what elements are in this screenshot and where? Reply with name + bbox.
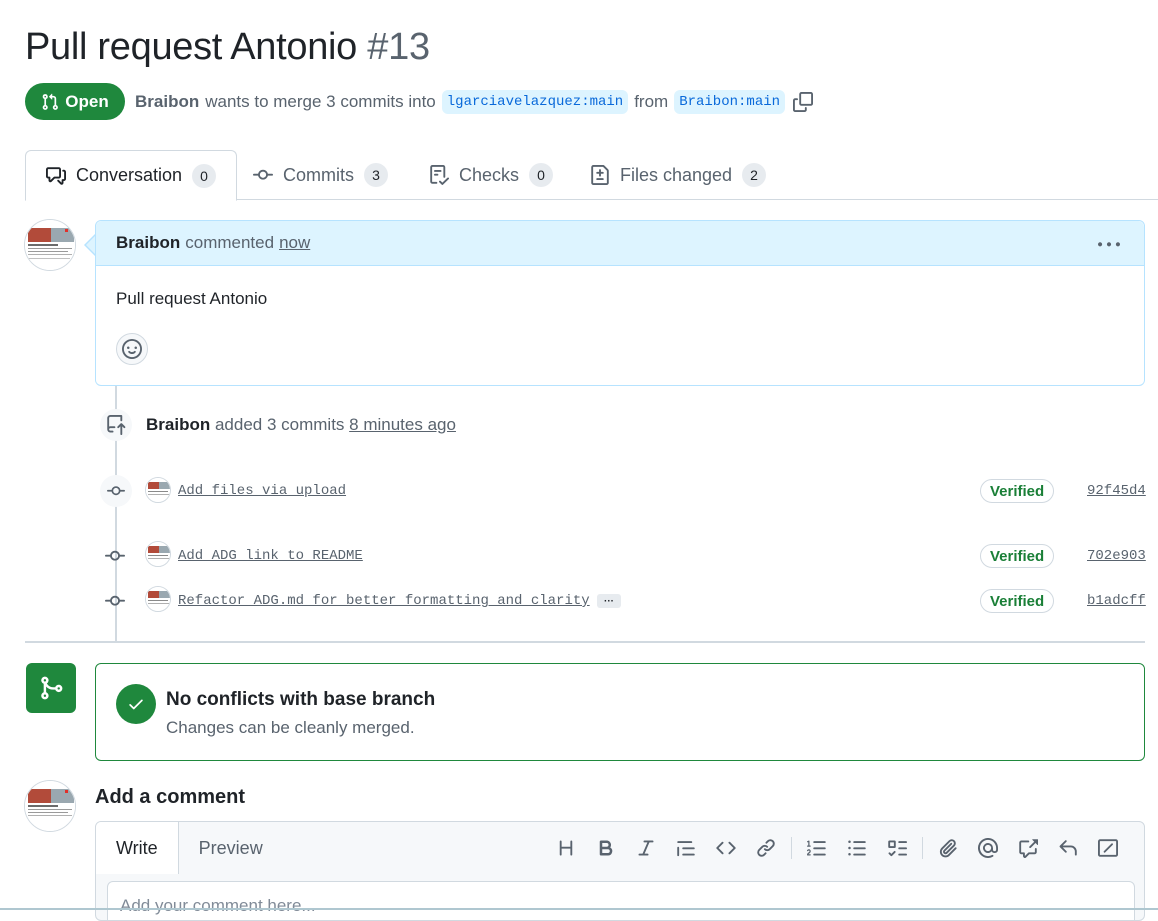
comment-time[interactable]: now [279, 233, 310, 253]
tab-files-changed-count: 2 [742, 163, 767, 187]
file-diff-icon [590, 165, 610, 185]
merge-text: wants to merge 3 commits into [205, 92, 436, 111]
tab-commits-label: Commits [283, 164, 354, 185]
push-action: added 3 commits [214, 415, 345, 434]
editor-tabs: Write Preview [96, 822, 283, 874]
commit-sha-link[interactable]: 702e903 [1087, 548, 1146, 564]
pr-author-link[interactable]: Braibon [135, 92, 199, 112]
check-icon [116, 684, 156, 724]
commit-message-link[interactable]: Add ADG link to README [178, 548, 363, 564]
italic-icon[interactable] [626, 834, 666, 862]
git-commit-icon [100, 475, 132, 507]
slash-command-icon[interactable] [1088, 834, 1128, 862]
expand-commit-body-button[interactable]: ··· [597, 594, 621, 608]
cross-reference-icon[interactable] [1008, 834, 1048, 862]
comment-body: Pull request Antonio [116, 289, 268, 308]
git-commit-icon [253, 165, 273, 185]
comment: Braibon commented now Pull request Anton… [95, 220, 1145, 386]
avatar[interactable] [24, 780, 76, 832]
checklist-icon [429, 165, 449, 185]
copy-icon[interactable] [791, 90, 815, 114]
unordered-list-icon[interactable] [837, 834, 877, 862]
tab-commits-count: 3 [364, 163, 388, 187]
timeline-divider [25, 641, 1145, 643]
mention-icon[interactable] [968, 834, 1008, 862]
comment-discussion-icon [46, 166, 66, 186]
comment-action: commented [185, 233, 275, 252]
numbered-list-icon[interactable] [797, 834, 837, 862]
status-badge: Open [25, 83, 125, 120]
comment-header: Braibon commented now [96, 221, 1144, 266]
status-label: Open [65, 91, 109, 111]
comment-textarea[interactable]: Add your comment here... [107, 881, 1135, 920]
page-title: Pull request Antonio #13 [25, 26, 430, 69]
commit-sha-link[interactable]: b1adcff [1087, 593, 1146, 609]
git-commit-icon [105, 591, 125, 611]
tasklist-icon[interactable] [877, 834, 917, 862]
pr-tabs: Conversation 0 Commits 3 Checks 0 Files … [25, 150, 1158, 201]
pr-meta: Braibon wants to merge 3 commits into lg… [135, 90, 815, 114]
tab-checks[interactable]: Checks 0 [429, 150, 554, 200]
tab-files-changed[interactable]: Files changed 2 [590, 150, 767, 200]
toolbar-divider [922, 837, 923, 859]
tab-files-changed-label: Files changed [620, 164, 733, 185]
git-pull-request-icon [41, 93, 59, 111]
heading-icon[interactable] [546, 834, 586, 862]
merge-status-box: No conflicts with base branch Changes ca… [95, 663, 1145, 761]
verified-badge[interactable]: Verified [980, 589, 1055, 613]
pr-number: #13 [367, 26, 430, 68]
verified-badge[interactable]: Verified [980, 479, 1055, 503]
base-branch[interactable]: lgarciavelazquez:main [441, 90, 629, 114]
push-author[interactable]: Braibon [146, 415, 210, 434]
push-time[interactable]: 8 minutes ago [349, 415, 456, 434]
quote-icon[interactable] [666, 834, 706, 862]
git-merge-icon [26, 663, 76, 713]
repo-push-icon [100, 409, 132, 441]
bold-icon[interactable] [586, 834, 626, 862]
toolbar-divider [791, 837, 792, 859]
verified-badge[interactable]: Verified [980, 544, 1055, 568]
commit-message-link[interactable]: Add files via upload [178, 483, 346, 499]
comment-editor: Write Preview Add your comment here... [95, 821, 1145, 921]
code-icon[interactable] [706, 834, 746, 862]
add-comment-heading: Add a comment [95, 786, 246, 808]
paperclip-icon[interactable] [928, 834, 968, 862]
from-text: from [634, 92, 669, 111]
tab-commits[interactable]: Commits 3 [253, 150, 388, 200]
markdown-toolbar [546, 834, 1128, 862]
merge-status-title: No conflicts with base branch [166, 689, 436, 710]
tab-checks-count: 0 [529, 163, 554, 187]
commit-message-link[interactable]: Refactor ADG.md for better formatting an… [178, 593, 590, 609]
tab-conversation-label: Conversation [76, 165, 183, 185]
kebab-horizontal-icon[interactable] [1098, 234, 1120, 256]
pr-title-text: Pull request Antonio [25, 26, 358, 68]
tab-preview[interactable]: Preview [179, 822, 283, 874]
tab-checks-label: Checks [459, 164, 520, 185]
tab-conversation[interactable]: Conversation 0 [25, 150, 238, 201]
tab-write[interactable]: Write [96, 822, 179, 874]
reply-icon[interactable] [1048, 834, 1088, 862]
push-event: Braibon added 3 commits 8 minutes ago [146, 415, 456, 435]
tab-conversation-count: 0 [192, 163, 217, 188]
avatar[interactable] [24, 219, 76, 271]
link-icon[interactable] [746, 834, 786, 862]
comment-author[interactable]: Braibon [116, 233, 180, 253]
commit-sha-link[interactable]: 92f45d4 [1087, 483, 1146, 499]
merge-status-subtitle: Changes can be cleanly merged. [166, 718, 415, 737]
avatar[interactable] [145, 541, 171, 567]
smiley-icon[interactable] [116, 333, 148, 365]
avatar[interactable] [145, 477, 171, 503]
head-branch[interactable]: Braibon:main [674, 90, 786, 114]
git-commit-icon [105, 546, 125, 566]
avatar[interactable] [145, 586, 171, 612]
